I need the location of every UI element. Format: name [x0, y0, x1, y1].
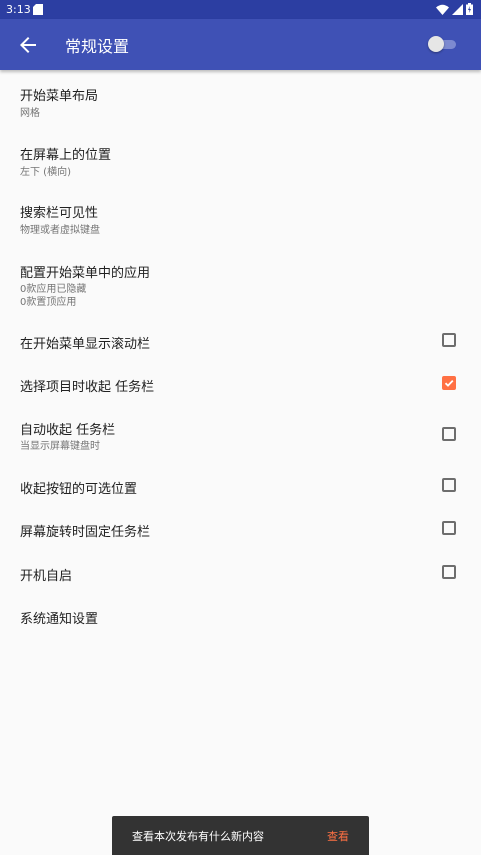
check-icon — [444, 379, 454, 387]
pref-start-menu-layout[interactable]: 开始菜单布局 网格 — [0, 70, 481, 130]
pref-summary: 物理或者虚拟键盘 — [20, 225, 100, 236]
pref-title: 开始菜单布局 — [20, 89, 99, 104]
pref-title: 自动收起 任务栏 — [20, 423, 116, 438]
page-title: 常规设置 — [65, 37, 130, 56]
checkbox[interactable] — [442, 521, 456, 535]
pref-title: 开机自启 — [20, 569, 73, 584]
master-switch[interactable] — [428, 36, 458, 54]
pref-alt-collapse-button-position[interactable]: 收起按钮的可选位置 — [0, 464, 481, 507]
arrow-back-icon[interactable] — [16, 33, 40, 57]
pref-title: 收起按钮的可选位置 — [20, 482, 138, 497]
status-time: 3:13 — [6, 3, 31, 16]
pref-summary: 网格 — [20, 108, 40, 119]
checkbox-checked[interactable] — [442, 376, 456, 390]
battery-charging-icon — [466, 3, 473, 15]
pref-auto-collapse[interactable]: 自动收起 任务栏 当显示屏幕键盘时 — [0, 404, 481, 464]
checkbox[interactable] — [442, 427, 456, 441]
snackbar-action-button[interactable]: 查看 — [327, 828, 349, 844]
pref-lock-on-rotation[interactable]: 屏幕旋转时固定任务栏 — [0, 507, 481, 550]
sd-card-icon — [33, 4, 43, 15]
checkbox[interactable] — [442, 565, 456, 579]
switch-thumb — [428, 36, 444, 52]
pref-show-scrollbar[interactable]: 在开始菜单显示滚动栏 — [0, 319, 481, 362]
pref-title: 系统通知设置 — [20, 612, 99, 627]
pref-screen-position[interactable]: 在屏幕上的位置 左下 (横向) — [0, 130, 481, 188]
pref-summary: 左下 (横向) — [20, 167, 71, 178]
pref-summary: 当显示屏幕键盘时 — [20, 441, 100, 452]
pref-title: 选择项目时收起 任务栏 — [20, 380, 155, 395]
pref-start-on-boot[interactable]: 开机自启 — [0, 550, 481, 593]
pref-title: 在屏幕上的位置 — [20, 148, 112, 163]
pref-title: 搜索栏可见性 — [20, 206, 99, 221]
app-bar: 常规设置 — [0, 19, 481, 70]
pref-title: 配置开始菜单中的应用 — [20, 266, 151, 281]
pref-search-bar-visibility[interactable]: 搜索栏可见性 物理或者虚拟键盘 — [0, 188, 481, 247]
pref-title: 在开始菜单显示滚动栏 — [20, 337, 151, 352]
pref-collapse-on-select[interactable]: 选择项目时收起 任务栏 — [0, 362, 481, 404]
status-icons — [436, 3, 473, 15]
checkbox[interactable] — [442, 478, 456, 492]
pref-summary: 0款置顶应用 — [20, 297, 77, 308]
pref-title: 屏幕旋转时固定任务栏 — [20, 525, 151, 540]
pref-notification-settings[interactable]: 系统通知设置 — [0, 593, 481, 637]
status-bar: 3:13 — [0, 0, 481, 19]
wifi-icon — [436, 4, 449, 15]
pref-configure-start-menu-apps[interactable]: 配置开始菜单中的应用 0款应用已隐藏 0款置顶应用 — [0, 247, 481, 319]
snackbar: 查看本次发布有什么新内容 查看 — [112, 816, 369, 855]
snackbar-message: 查看本次发布有什么新内容 — [132, 830, 264, 843]
checkbox[interactable] — [442, 333, 456, 347]
cell-signal-icon — [452, 3, 463, 15]
